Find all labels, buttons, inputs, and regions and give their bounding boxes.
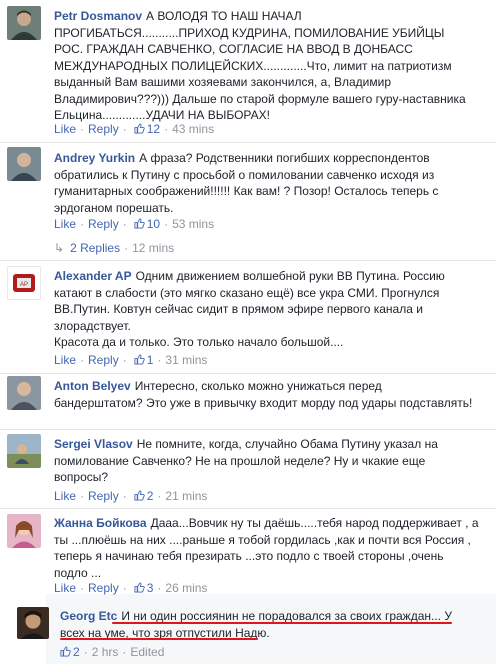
- divider: [0, 508, 496, 509]
- reply-link[interactable]: Reply: [88, 217, 119, 231]
- reply-link[interactable]: Reply: [88, 489, 119, 503]
- comment-actions: Like · Reply · 2 · 21 mins: [54, 489, 208, 503]
- avatar[interactable]: [7, 514, 41, 548]
- comment-author[interactable]: Andrey Yurkin: [54, 151, 135, 165]
- comment-author[interactable]: Anton Belyev: [54, 379, 131, 393]
- comment-actions: Like · Reply · 12 · 43 mins: [54, 122, 215, 136]
- reply-link[interactable]: Reply: [88, 581, 119, 595]
- comment-author[interactable]: Жанна Бойкова: [54, 516, 147, 530]
- comment-actions: Like · Reply · 1 · 31 mins: [54, 353, 208, 367]
- comment-actions: Like · Reply · 10 · 53 mins: [54, 217, 215, 231]
- reply-arrow-icon: ↳: [54, 241, 65, 255]
- reply-link[interactable]: Reply: [88, 353, 119, 367]
- comment-body: Andrey Yurkin А фраза? Родственники погиб…: [54, 150, 486, 216]
- comment-time[interactable]: 43 mins: [172, 122, 214, 136]
- red-underline: [112, 622, 452, 624]
- comment-actions: 2 · 2 hrs · Edited: [60, 644, 164, 660]
- divider: [0, 373, 496, 374]
- like-count[interactable]: 2: [147, 489, 154, 503]
- edited-label[interactable]: Edited: [130, 645, 164, 659]
- avatar[interactable]: [7, 434, 41, 468]
- comment-body: Anton Belyev Интересно, сколько можно уни…: [54, 378, 486, 411]
- divider: [0, 142, 496, 143]
- thumbs-up-icon: [134, 123, 145, 134]
- like-count[interactable]: 3: [147, 581, 154, 595]
- thumbs-up-icon: [134, 354, 145, 365]
- like-link[interactable]: Like: [54, 353, 76, 367]
- reply-link[interactable]: Reply: [88, 122, 119, 136]
- comment-time[interactable]: 53 mins: [172, 217, 214, 231]
- comment-time[interactable]: 21 mins: [165, 489, 207, 503]
- like-link[interactable]: Like: [54, 581, 76, 595]
- like-count[interactable]: 2: [73, 645, 80, 659]
- avatar[interactable]: [7, 376, 41, 410]
- replies-count[interactable]: 2 Replies: [70, 241, 120, 255]
- avatar[interactable]: [17, 607, 49, 639]
- comment-actions: Like · Reply · 3 · 26 mins: [54, 581, 208, 595]
- red-underline: [60, 638, 258, 640]
- comment-body: Petr Dosmanov А ВОЛОДЯ ТО НАШ НАЧАЛ ПРОГИ…: [54, 8, 486, 124]
- like-link[interactable]: Like: [54, 122, 76, 136]
- thumbs-up-icon: [134, 582, 145, 593]
- comment-body: Georg Etc И ни один россиянин не порадова…: [60, 608, 486, 641]
- divider: [0, 260, 496, 261]
- svg-text:AP: AP: [20, 282, 28, 288]
- comment-author[interactable]: Georg Etc: [60, 609, 117, 623]
- comment-author[interactable]: Petr Dosmanov: [54, 9, 142, 23]
- like-link[interactable]: Like: [54, 489, 76, 503]
- like-count[interactable]: 10: [147, 217, 160, 231]
- replies-time: 12 mins: [132, 241, 175, 255]
- divider: [0, 429, 496, 430]
- comment-author[interactable]: Alexander AP: [54, 269, 132, 283]
- thumbs-up-icon: [134, 218, 145, 229]
- comment-time[interactable]: 2 hrs: [92, 645, 119, 659]
- comment-time[interactable]: 26 mins: [165, 581, 207, 595]
- like-count[interactable]: 1: [147, 353, 154, 367]
- comment-time[interactable]: 31 mins: [165, 353, 207, 367]
- comment-text: И ни один россиянин не порадовался за св…: [60, 609, 452, 640]
- comment-body: Alexander AP Одним движением волшебной ру…: [54, 268, 486, 351]
- like-link[interactable]: Like: [54, 217, 76, 231]
- view-replies-link[interactable]: ↳ 2 Replies · 12 mins: [54, 240, 174, 256]
- avatar[interactable]: [7, 147, 41, 181]
- avatar[interactable]: AP: [7, 266, 41, 300]
- avatar[interactable]: [7, 6, 41, 40]
- comment-text: А ВОЛОДЯ ТО НАШ НАЧАЛ ПРОГИБАТЬСЯ.......…: [54, 9, 466, 122]
- comment-author[interactable]: Sergei Vlasov: [54, 437, 133, 451]
- thumbs-up-icon: [134, 490, 145, 501]
- like-count[interactable]: 12: [147, 122, 160, 136]
- comment-body: Жанна Бойкова Дааа...Вовчик ну ты даёшь..…: [54, 515, 486, 581]
- comment-body: Sergei Vlasov Не помните, когда, случайно…: [54, 436, 486, 486]
- thumbs-up-icon: [60, 646, 71, 657]
